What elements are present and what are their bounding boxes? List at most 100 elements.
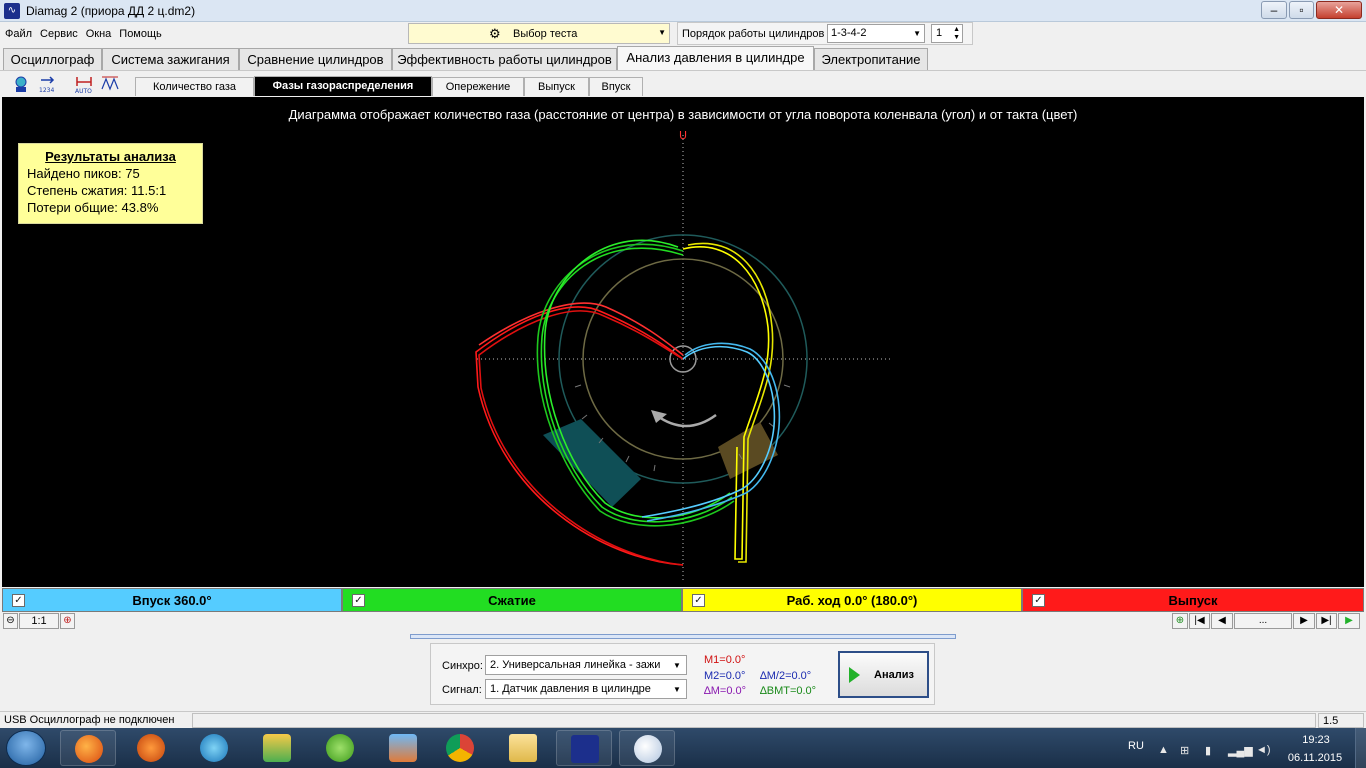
svg-text:1234: 1234	[39, 87, 54, 94]
k-app-icon	[200, 734, 228, 762]
rotation-arrow	[655, 413, 717, 428]
window-title: Diamag 2 (приора ДД 2 ц.dm2)	[26, 4, 196, 18]
tab-oscillograph[interactable]: Осциллограф	[3, 48, 102, 70]
taskbar-app-3[interactable]	[186, 730, 242, 766]
close-button[interactable]: ✕	[1316, 1, 1362, 19]
first-page-icon[interactable]: |◀	[1189, 613, 1210, 629]
series-power-line	[682, 246, 770, 560]
tab-cylinder-efficiency[interactable]: Эффективность работы цилиндров	[392, 48, 617, 70]
status-usb: USB Осциллограф не подключен	[4, 714, 175, 726]
start-button[interactable]	[6, 730, 46, 766]
polar-plot: ᑌ	[475, 129, 890, 582]
last-page-icon[interactable]: ▶|	[1316, 613, 1337, 629]
test-select-dropdown[interactable]: ⚙ Выбор теста ▼	[408, 23, 670, 44]
legend-exhaust-checkbox[interactable]: ✓	[1032, 594, 1045, 607]
legend-power-checkbox[interactable]: ✓	[692, 594, 705, 607]
subtab-exhaust[interactable]: Выпуск	[524, 77, 589, 96]
tab-cylinder-pressure[interactable]: Анализ давления в цилиндре	[617, 46, 814, 71]
marker-dbmt: ∆BMT=0.0°	[760, 685, 817, 697]
waveform-icon[interactable]	[100, 74, 120, 94]
legend-power[interactable]: ✓ Раб. ход 0.0° (180.0°)	[682, 588, 1022, 612]
auto-scale-icon[interactable]: AUTO	[74, 74, 94, 95]
chevron-down-icon: ▼	[673, 661, 681, 670]
legend-exhaust[interactable]: ✓ Выпуск	[1022, 588, 1364, 612]
chevron-down-icon: ▼	[673, 685, 681, 694]
lightning-icon	[137, 734, 165, 762]
menu-help[interactable]: Помощь	[114, 22, 165, 40]
tray-expand-icon[interactable]: ▲	[1158, 744, 1169, 756]
spin-up-icon[interactable]: ▲	[953, 26, 960, 33]
zoom-level[interactable]: 1:1	[19, 613, 59, 629]
chevron-down-icon: ▼	[913, 29, 921, 38]
panel-splitter[interactable]	[410, 634, 956, 639]
cylinder-number-spinner[interactable]: 1 ▲ ▼	[931, 24, 963, 43]
valve-timing-chart[interactable]: Диаграмма отображает количество газа (ра…	[2, 97, 1364, 587]
tray-windows-icon[interactable]: ⊞	[1180, 744, 1189, 757]
page-indicator: ...	[1234, 613, 1292, 629]
gear-document-icon: ⚙	[489, 26, 501, 41]
prev-page-icon[interactable]: ◀	[1211, 613, 1233, 629]
tab-cylinder-comparison[interactable]: Сравнение цилиндров	[239, 48, 392, 70]
sync-select[interactable]: 2. Универсальная линейка - зажи	[485, 655, 687, 675]
next-page-icon[interactable]: ▶	[1293, 613, 1315, 629]
engine-icon[interactable]	[11, 74, 31, 94]
legend-compression-checkbox[interactable]: ✓	[352, 594, 365, 607]
chevron-down-icon: ▼	[658, 28, 666, 37]
network-icon[interactable]: ▂▄▆	[1228, 744, 1253, 757]
numeric-mode-icon[interactable]: 1234	[38, 74, 58, 94]
subtab-gas-quantity[interactable]: Количество газа	[135, 77, 254, 96]
marker-dm-half: ∆M/2=0.0°	[760, 670, 812, 682]
legend-compression-label: Сжатие	[488, 593, 536, 608]
analyze-button[interactable]: Анализ	[838, 651, 929, 698]
subtab-advance[interactable]: Опережение	[432, 77, 524, 96]
menu-service[interactable]: Сервис	[35, 22, 81, 40]
svg-text:AUTO: AUTO	[75, 88, 92, 94]
taskbar-utorrent[interactable]	[312, 730, 368, 766]
taskbar-paint[interactable]	[619, 730, 675, 766]
cylinder-order-select[interactable]: 1-3-4-2 ▼	[827, 24, 925, 43]
minimize-button[interactable]: –	[1261, 1, 1287, 19]
taskbar-firefox[interactable]	[60, 730, 116, 766]
clock-date[interactable]: 06.11.2015	[1285, 752, 1345, 764]
language-indicator[interactable]: RU	[1128, 740, 1144, 752]
taskbar-diamag[interactable]	[556, 730, 612, 766]
status-bar: USB Осциллограф не подключен 1.5	[0, 711, 1366, 728]
clock-time[interactable]: 19:23	[1296, 734, 1336, 746]
taskbar-app-2[interactable]	[123, 730, 179, 766]
signal-select[interactable]: 1. Датчик давления в цилиндре	[485, 679, 687, 699]
status-middle	[192, 713, 1316, 728]
taskbar-media[interactable]	[375, 730, 431, 766]
zoom-out-icon[interactable]: ⊖	[3, 613, 18, 629]
signal-value: 1. Датчик давления в цилиндре	[490, 683, 651, 695]
taskbar-chrome[interactable]	[432, 730, 488, 766]
legend-intake-checkbox[interactable]: ✓	[12, 594, 25, 607]
spin-down-icon[interactable]: ▼	[953, 34, 960, 41]
title-bar: ∿ Diamag 2 (приора ДД 2 ц.dm2) – ▫ ✕	[0, 0, 1366, 22]
zoom-fit-icon[interactable]: ⊕	[1172, 613, 1188, 629]
legend-compression[interactable]: ✓ Сжатие	[342, 588, 682, 612]
legend-intake[interactable]: ✓ Впуск 360.0°	[2, 588, 342, 612]
taskbar-explorer[interactable]	[495, 730, 551, 766]
main-tabs: Осциллограф Система зажигания Сравнение …	[0, 46, 1366, 71]
volume-icon[interactable]: ◄)	[1256, 744, 1271, 756]
legend-power-label: Раб. ход 0.0° (180.0°)	[786, 593, 918, 608]
tray-device-icon[interactable]: ▮	[1205, 744, 1211, 757]
play-icon	[849, 667, 860, 683]
menu-file[interactable]: Файл	[0, 22, 35, 40]
maximize-button[interactable]: ▫	[1289, 1, 1314, 19]
menu-windows[interactable]: Окна	[81, 22, 115, 40]
sub-toolbar: 1234 AUTO Количество газа Фазы газораспр…	[0, 70, 1366, 96]
cylinder-order-label: Порядок работы цилиндров	[682, 28, 825, 40]
taskbar-app-4[interactable]	[249, 730, 305, 766]
subtab-intake[interactable]: Впуск	[589, 77, 643, 96]
chart-app-icon	[263, 734, 291, 762]
show-desktop-button[interactable]	[1355, 728, 1366, 768]
subtab-valve-timing[interactable]: Фазы газораспределения	[254, 76, 432, 96]
intake-sector-highlight	[543, 419, 641, 507]
analyze-label: Анализ	[874, 669, 914, 681]
tab-ignition-system[interactable]: Система зажигания	[102, 48, 239, 70]
play-icon[interactable]: ▶	[1338, 613, 1360, 629]
tab-power-supply[interactable]: Электропитание	[814, 48, 928, 70]
zoom-in-icon[interactable]: ⊕	[60, 613, 75, 629]
stroke-legend: ✓ Впуск 360.0° ✓ Сжатие ✓ Раб. ход 0.0° …	[2, 588, 1364, 612]
